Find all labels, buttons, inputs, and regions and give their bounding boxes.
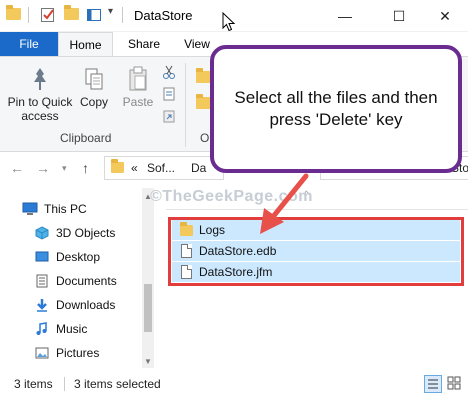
pin-label-line2: access — [21, 109, 59, 123]
maximize-button[interactable]: ☐ — [376, 0, 422, 32]
computer-icon — [22, 202, 38, 216]
nav-item-label: 3D Objects — [56, 226, 116, 240]
clipboard-group-label: Clipboard — [60, 131, 112, 145]
nav-item-label: Documents — [56, 274, 117, 288]
pin-icon — [6, 65, 74, 95]
breadcrumb-overflow[interactable]: « — [131, 161, 138, 175]
recent-locations-dropdown[interactable]: ▾ — [62, 163, 67, 174]
copy-label: Copy — [79, 95, 108, 109]
navigation-pane: This PC 3D Objects Desktop Documents Dow… — [0, 188, 142, 368]
nav-item-label: Downloads — [56, 298, 116, 312]
folder-icon — [6, 5, 21, 20]
breadcrumb-datastore[interactable]: Da — [191, 161, 206, 175]
nav-item-documents[interactable]: Documents — [34, 270, 117, 292]
folder-icon — [111, 159, 124, 173]
annotation-arrow — [260, 173, 309, 234]
cut-icon[interactable] — [162, 65, 176, 79]
toolbar-divider — [122, 7, 123, 23]
desktop-icon — [34, 250, 50, 264]
callout-text: Select all the files and then press 'Del… — [234, 88, 438, 129]
nav-item-desktop[interactable]: Desktop — [34, 246, 100, 268]
tab-file[interactable]: File — [0, 32, 58, 56]
status-bar: 3 items 3 items selected — [0, 372, 468, 396]
toolbar-divider — [28, 7, 29, 23]
close-button[interactable]: ✕ — [422, 0, 468, 32]
scrollbar-thumb[interactable] — [144, 284, 152, 332]
nav-item-label: Desktop — [56, 250, 101, 264]
nav-item-label: This PC — [44, 202, 87, 216]
download-icon — [34, 298, 50, 312]
nav-item-3d-objects[interactable]: 3D Objects — [34, 222, 115, 244]
large-icons-view-icon[interactable] — [446, 375, 464, 393]
paste-shortcut-icon[interactable] — [162, 109, 176, 123]
tab-share[interactable]: Share — [118, 32, 170, 56]
minimize-button[interactable]: — — [322, 0, 368, 32]
ribbon-group-divider — [185, 63, 186, 147]
nav-item-pictures[interactable]: Pictures — [34, 342, 99, 364]
selected-count: 3 items selected — [74, 377, 161, 391]
copy-path-icon[interactable] — [162, 87, 176, 101]
move-to-icon[interactable] — [196, 68, 211, 85]
scroll-down-icon[interactable]: ▼ — [144, 357, 152, 366]
back-button[interactable]: ← — [10, 160, 24, 176]
paste-icon — [118, 65, 158, 95]
tab-home[interactable]: Home — [58, 32, 113, 57]
view-pane-icon[interactable] — [86, 7, 102, 26]
music-icon — [34, 322, 50, 336]
copy-button[interactable]: Copy — [76, 65, 112, 109]
properties-icon[interactable] — [40, 7, 56, 26]
item-count: 3 items — [14, 377, 53, 391]
up-button[interactable]: ↑ — [82, 160, 89, 176]
status-divider — [64, 377, 65, 391]
pin-to-quick-access-button[interactable]: Pin to Quick access — [6, 65, 74, 123]
nav-item-label: Music — [56, 322, 88, 336]
copy-to-icon[interactable] — [196, 94, 211, 111]
paste-button[interactable]: Paste — [118, 65, 158, 109]
nav-item-downloads[interactable]: Downloads — [34, 294, 115, 316]
nav-item-this-pc[interactable]: This PC — [22, 198, 87, 220]
pin-label-line1: Pin to Quick — [7, 95, 73, 109]
instruction-callout: Select all the files and then press 'Del… — [210, 45, 462, 173]
paste-label: Paste — [122, 95, 154, 109]
documents-icon — [34, 274, 50, 288]
nav-item-music[interactable]: Music — [34, 318, 87, 340]
cube-icon — [34, 226, 50, 240]
details-view-icon[interactable] — [424, 375, 442, 393]
organize-group-label: O — [200, 131, 210, 145]
new-folder-icon[interactable] — [64, 5, 79, 20]
quick-access-dropdown-icon[interactable]: ▾ — [108, 6, 113, 17]
pictures-icon — [34, 346, 50, 360]
nav-item-label: Pictures — [56, 346, 100, 360]
breadcrumb-software[interactable]: Sof... — [147, 161, 175, 175]
address-bar[interactable]: « Sof... Da — [104, 156, 224, 180]
window-title: DataStore — [134, 8, 193, 23]
copy-icon — [76, 65, 112, 95]
forward-button[interactable]: → — [36, 160, 50, 176]
navigation-scrollbar[interactable]: ▲ ▼ — [142, 188, 154, 368]
